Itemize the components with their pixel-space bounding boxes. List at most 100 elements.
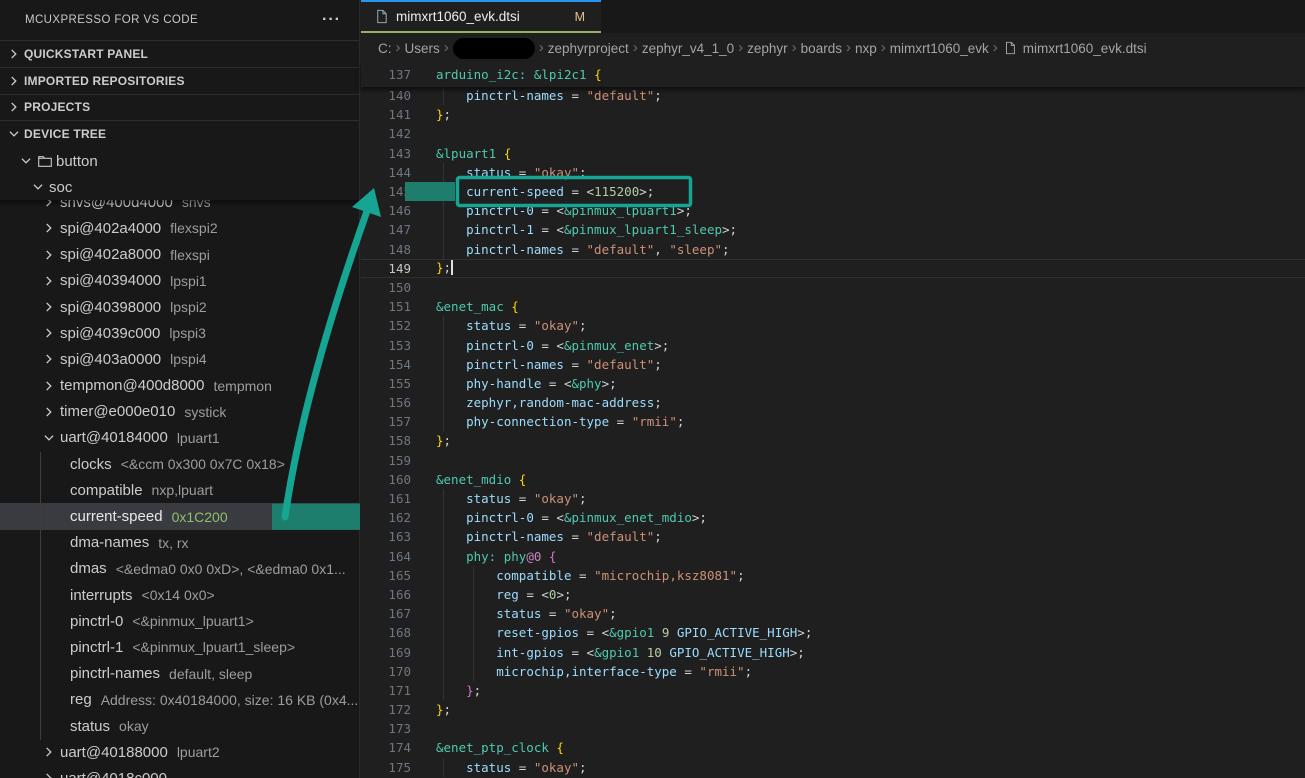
chevron-right-icon[interactable] bbox=[41, 273, 57, 289]
tree-item-interrupts[interactable]: interrupts<0x14 0x0> bbox=[0, 582, 360, 608]
code-line-171[interactable]: 171 }; bbox=[361, 681, 1305, 700]
breadcrumb-item-zephyr[interactable]: zephyr bbox=[747, 41, 788, 56]
chevron-right-icon[interactable] bbox=[41, 744, 57, 760]
chevron-down-icon[interactable] bbox=[41, 430, 57, 446]
breadcrumb-item-users[interactable]: Users bbox=[405, 41, 440, 56]
tree-item-snvs-400d4000[interactable]: snvs@400d4000snvs bbox=[0, 200, 360, 215]
code-line-175[interactable]: 175 status = "okay"; bbox=[361, 758, 1305, 777]
section-imported-repositories[interactable]: IMPORTED REPOSITORIES bbox=[0, 67, 359, 94]
chevron-down-icon[interactable] bbox=[18, 153, 34, 169]
chevron-right-icon[interactable] bbox=[6, 73, 22, 89]
code-line-174[interactable]: 174&enet_ptp_clock { bbox=[361, 738, 1305, 757]
tree-item-button[interactable]: button bbox=[0, 148, 360, 174]
code-line-151[interactable]: 151&enet_mac { bbox=[361, 297, 1305, 316]
code-line-146[interactable]: 146 pinctrl-0 = <&pinmux_lpuart1>; bbox=[361, 201, 1305, 220]
chevron-right-icon[interactable] bbox=[41, 200, 57, 210]
code-line-160[interactable]: 160&enet_mdio { bbox=[361, 470, 1305, 489]
code-line-158[interactable]: 158}; bbox=[361, 431, 1305, 450]
code-text: &enet_mdio { bbox=[411, 472, 526, 487]
chevron-right-icon[interactable] bbox=[41, 299, 57, 315]
tree-item-uart-4018c000[interactable]: uart@4018c000 bbox=[0, 765, 360, 778]
code-line-172[interactable]: 172}; bbox=[361, 700, 1305, 719]
tab-mimxrt1060-evk-dtsi[interactable]: mimxrt1060_evk.dtsi M bbox=[361, 0, 601, 33]
code-line-164[interactable]: 164 phy: phy@0 { bbox=[361, 547, 1305, 566]
tree-item-pinctrl-names[interactable]: pinctrl-namesdefault, sleep bbox=[0, 661, 360, 687]
breadcrumb-item-boards[interactable]: boards bbox=[801, 41, 842, 56]
code-line-168[interactable]: 168 reset-gpios = <&gpio1 9 GPIO_ACTIVE_… bbox=[361, 623, 1305, 642]
code-line-142[interactable]: 142 bbox=[361, 124, 1305, 143]
code-line-162[interactable]: 162 pinctrl-0 = <&pinmux_enet_mdio>; bbox=[361, 508, 1305, 527]
code-line-147[interactable]: 147 pinctrl-1 = <&pinmux_lpuart1_sleep>; bbox=[361, 220, 1305, 239]
tree-item-dma-names[interactable]: dma-namestx, rx bbox=[0, 530, 360, 556]
breadcrumb-item-c[interactable]: C: bbox=[378, 41, 392, 56]
chevron-right-icon[interactable] bbox=[41, 220, 57, 236]
tree-item-current-speed[interactable]: current-speed0x1C200 bbox=[0, 503, 360, 529]
tree-item-reg[interactable]: regAddress: 0x40184000, size: 16 KB (0x4… bbox=[0, 687, 360, 713]
code-line-170[interactable]: 170 microchip,interface-type = "rmii"; bbox=[361, 662, 1305, 681]
code-line-148[interactable]: 148 pinctrl-names = "default", "sleep"; bbox=[361, 240, 1305, 259]
tree-item-clocks[interactable]: clocks<&ccm 0x300 0x7C 0x18> bbox=[0, 451, 360, 477]
chevron-right-icon[interactable] bbox=[41, 404, 57, 420]
code-line-145[interactable]: 145 current-speed = <115200>; bbox=[361, 182, 1305, 201]
code-line-153[interactable]: 153 pinctrl-0 = <&pinmux_enet>; bbox=[361, 335, 1305, 354]
tree-item-spi-40394000[interactable]: spi@40394000lpspi1 bbox=[0, 268, 360, 294]
tree-item-pinctrl-1[interactable]: pinctrl-1<&pinmux_lpuart1_sleep> bbox=[0, 634, 360, 660]
code-line-156[interactable]: 156 zephyr,random-mac-address; bbox=[361, 393, 1305, 412]
breadcrumb-item-mimxrt1060-evk[interactable]: mimxrt1060_evk bbox=[890, 41, 989, 56]
chevron-right-icon[interactable] bbox=[41, 325, 57, 341]
chevron-down-icon[interactable] bbox=[30, 179, 46, 195]
breadcrumb-item-nxp[interactable]: nxp bbox=[855, 41, 877, 56]
tree-item-spi-402a4000[interactable]: spi@402a4000flexspi2 bbox=[0, 215, 360, 241]
tree-item-pinctrl-0[interactable]: pinctrl-0<&pinmux_lpuart1> bbox=[0, 608, 360, 634]
code-line-150[interactable]: 150 bbox=[361, 278, 1305, 297]
tree-item-spi-40398000[interactable]: spi@40398000lpspi2 bbox=[0, 294, 360, 320]
tree-item-timer-e000e010[interactable]: timer@e000e010systick bbox=[0, 399, 360, 425]
chevron-right-icon[interactable] bbox=[41, 770, 57, 778]
tree-item-soc[interactable]: soc bbox=[0, 174, 360, 200]
code-text: phy-connection-type = "rmii"; bbox=[411, 414, 684, 429]
code-line-167[interactable]: 167 status = "okay"; bbox=[361, 604, 1305, 623]
breadcrumb-item-zephyrproject[interactable]: zephyrproject bbox=[548, 41, 629, 56]
code-line-144[interactable]: 144 status = "okay"; bbox=[361, 163, 1305, 182]
tree-item-spi-403a0000[interactable]: spi@403a0000lpspi4 bbox=[0, 346, 360, 372]
tree-item-tempmon-400d8000[interactable]: tempmon@400d8000tempmon bbox=[0, 373, 360, 399]
code-line-169[interactable]: 169 int-gpios = <&gpio1 10 GPIO_ACTIVE_H… bbox=[361, 642, 1305, 661]
code-line-165[interactable]: 165 compatible = "microchip,ksz8081"; bbox=[361, 566, 1305, 585]
chevron-right-icon[interactable] bbox=[41, 247, 57, 263]
code-line-166[interactable]: 166 reg = <0>; bbox=[361, 585, 1305, 604]
code-line-159[interactable]: 159 bbox=[361, 451, 1305, 470]
code-line-143[interactable]: 143&lpuart1 { bbox=[361, 144, 1305, 163]
tree-item-compatible[interactable]: compatiblenxp,lpuart bbox=[0, 477, 360, 503]
code-line-141[interactable]: 141}; bbox=[361, 105, 1305, 124]
code-line-173[interactable]: 173 bbox=[361, 719, 1305, 738]
code-area[interactable]: 140 pinctrl-names = "default";141};14214… bbox=[361, 86, 1305, 778]
code-line-155[interactable]: 155 phy-handle = <&phy>; bbox=[361, 374, 1305, 393]
section-device-tree[interactable]: DEVICE TREE bbox=[0, 120, 359, 147]
code-line-140[interactable]: 140 pinctrl-names = "default"; bbox=[361, 86, 1305, 105]
sticky-code-line-137[interactable]: 137arduino_i2c: &lpi2c1 { bbox=[361, 65, 1305, 84]
code-line-149[interactable]: 149}; bbox=[361, 259, 1305, 278]
tree-item-status[interactable]: statusokay bbox=[0, 713, 360, 739]
chevron-right-icon[interactable] bbox=[41, 378, 57, 394]
section-quickstart-panel[interactable]: QUICKSTART PANEL bbox=[0, 40, 359, 67]
chevron-down-icon[interactable] bbox=[6, 126, 22, 142]
line-number: 155 bbox=[361, 376, 411, 391]
code-line-161[interactable]: 161 status = "okay"; bbox=[361, 489, 1305, 508]
tree-item-dmas[interactable]: dmas<&edma0 0x0 0xD>, <&edma0 0x1... bbox=[0, 556, 360, 582]
tree-item-spi-4039c000[interactable]: spi@4039c000lpspi3 bbox=[0, 320, 360, 346]
section-projects[interactable]: PROJECTS bbox=[0, 94, 359, 121]
code-line-163[interactable]: 163 pinctrl-names = "default"; bbox=[361, 527, 1305, 546]
tree-item-spi-402a8000[interactable]: spi@402a8000flexspi bbox=[0, 242, 360, 268]
breadcrumb-item-mimxrt1060-evk-dtsi[interactable]: mimxrt1060_evk.dtsi bbox=[1002, 40, 1147, 56]
sticky-scroll-line[interactable]: 137arduino_i2c: &lpi2c1 { bbox=[361, 62, 1305, 87]
breadcrumb-item-zephyr-v4-1-0[interactable]: zephyr_v4_1_0 bbox=[642, 41, 734, 56]
chevron-right-icon[interactable] bbox=[6, 99, 22, 115]
tree-item-uart-40184000[interactable]: uart@40184000lpuart1 bbox=[0, 425, 360, 451]
more-actions-icon[interactable]: ··· bbox=[316, 11, 347, 29]
code-line-154[interactable]: 154 pinctrl-names = "default"; bbox=[361, 355, 1305, 374]
chevron-right-icon[interactable] bbox=[41, 351, 57, 367]
tree-item-uart-40188000[interactable]: uart@40188000lpuart2 bbox=[0, 739, 360, 765]
chevron-right-icon[interactable] bbox=[6, 46, 22, 62]
code-line-152[interactable]: 152 status = "okay"; bbox=[361, 316, 1305, 335]
code-line-157[interactable]: 157 phy-connection-type = "rmii"; bbox=[361, 412, 1305, 431]
